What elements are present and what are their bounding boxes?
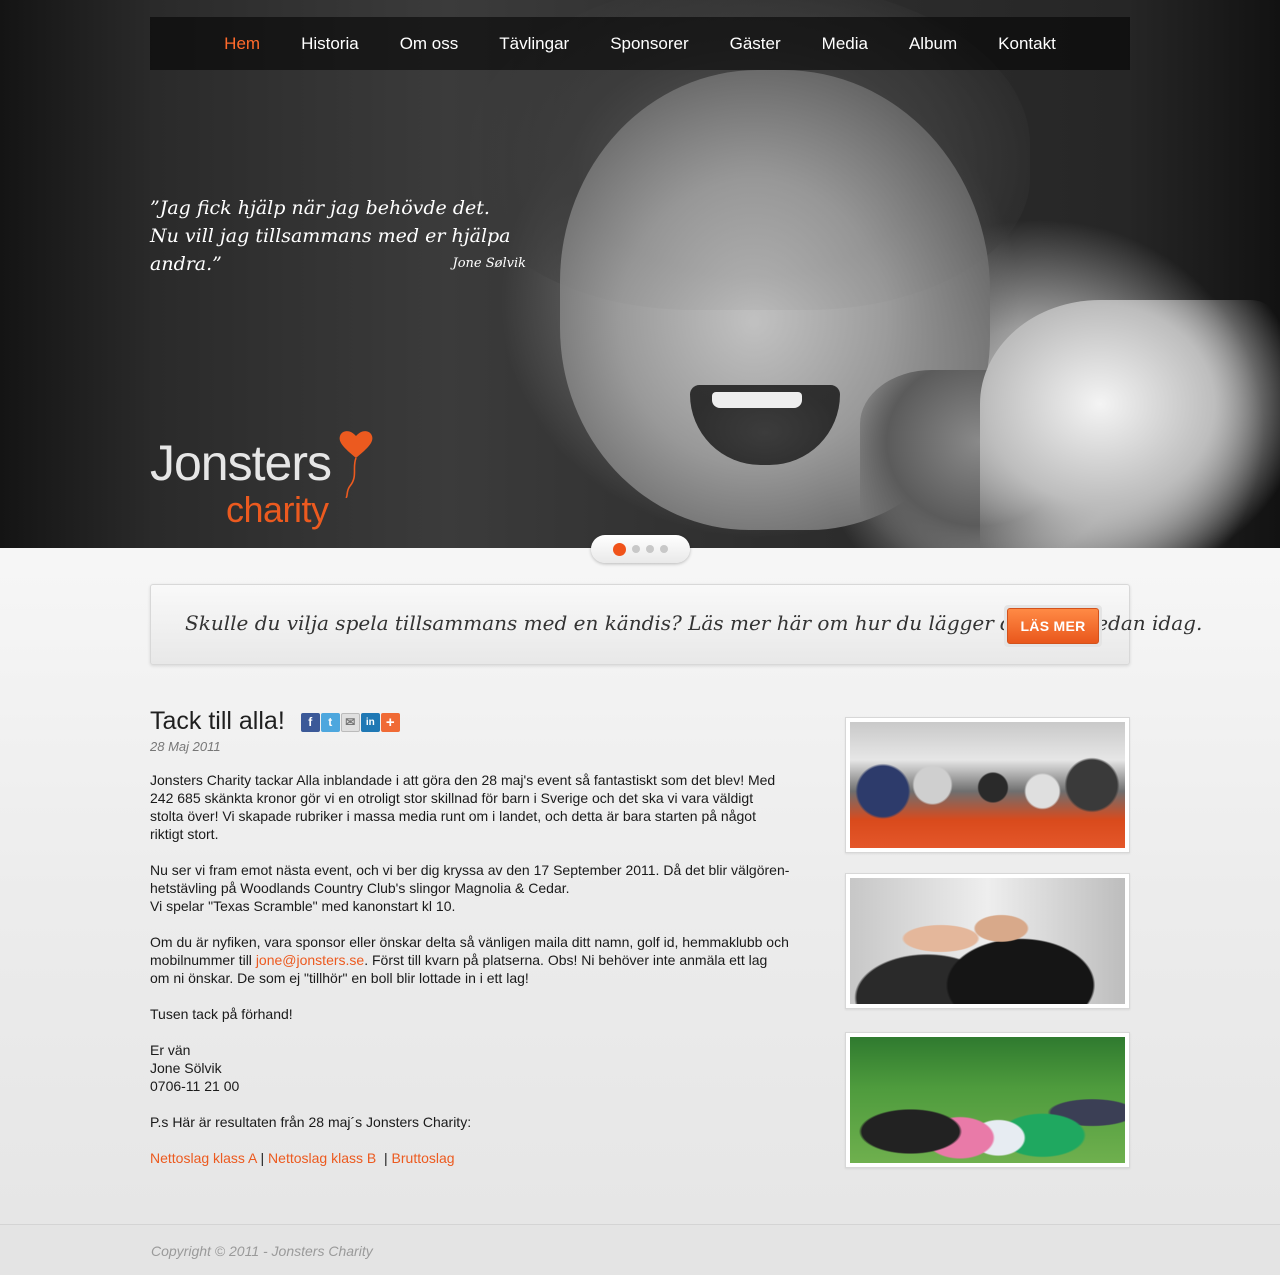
- results-separator-1: |: [260, 1150, 265, 1166]
- promo-button-frame: LÄS MER: [1004, 605, 1102, 647]
- logo-word-charity: charity: [226, 489, 329, 530]
- nav-item-tavlingar[interactable]: Tävlingar: [479, 34, 590, 54]
- promo-text: Skulle du vilja spela tillsammans med en…: [185, 611, 1203, 635]
- slider-dot-4[interactable]: [660, 545, 668, 553]
- photo-golfers-image: [850, 1037, 1125, 1163]
- result-link-nettoslag-a[interactable]: Nettoslag klass A: [150, 1150, 257, 1166]
- main-navigation: Hem Historia Om oss Tävlingar Sponsorer …: [150, 17, 1130, 70]
- photo-guests-portrait[interactable]: [845, 873, 1130, 1009]
- article: Tack till alla! f t ✉ in + 28 Maj 2011 J…: [150, 705, 790, 1185]
- facebook-icon[interactable]: f: [300, 712, 320, 732]
- article-paragraph-4: Tusen tack på förhand!: [150, 1006, 293, 1022]
- result-link-nettoslag-b[interactable]: Nettoslag klass B: [268, 1150, 376, 1166]
- slider-pagination: [591, 535, 690, 563]
- photo-group-image: [850, 722, 1125, 848]
- nav-item-sponsorer[interactable]: Sponsorer: [590, 34, 709, 54]
- logo-word-jonsters: Jonsters: [150, 435, 332, 491]
- footer: Copyright © 2011 - Jonsters Charity: [0, 1225, 1280, 1275]
- nav-item-media[interactable]: Media: [801, 34, 888, 54]
- heart-balloon-icon: [339, 431, 373, 498]
- photo-group-event[interactable]: [845, 717, 1130, 853]
- contact-email-link[interactable]: jone@jonsters.se: [256, 952, 364, 968]
- las-mer-button[interactable]: LÄS MER: [1007, 608, 1099, 644]
- nav-item-album[interactable]: Album: [888, 34, 977, 54]
- results-links: Nettoslag klass A | Nettoslag klass B | …: [150, 1149, 790, 1167]
- more-share-icon[interactable]: +: [380, 712, 400, 732]
- slider-dot-3[interactable]: [646, 545, 654, 553]
- article-paragraph-2-line1: Nu ser vi fram emot nästa event, och vi …: [150, 862, 790, 896]
- promo-box: Skulle du vilja spela tillsammans med en…: [150, 584, 1203, 665]
- article-date: 28 Maj 2011: [150, 739, 221, 754]
- nav-item-hem[interactable]: Hem: [204, 34, 281, 54]
- signature-name: Jone Sölvik: [150, 1060, 222, 1076]
- jonsters-charity-logo[interactable]: Jonsters charity: [150, 428, 380, 532]
- photo-golfers[interactable]: [845, 1032, 1130, 1168]
- article-header: Tack till alla! f t ✉ in +: [150, 705, 790, 737]
- results-separator-2: |: [384, 1150, 388, 1166]
- slider-dot-1[interactable]: [613, 542, 626, 556]
- hero-quote-author: Jone Sølvik: [452, 256, 526, 271]
- hero-photo-shoulder: [980, 300, 1280, 548]
- article-title: Tack till alla!: [150, 706, 285, 735]
- signature-phone: 0706-11 21 00: [150, 1078, 240, 1094]
- nav-item-om-oss[interactable]: Om oss: [379, 34, 479, 54]
- twitter-icon[interactable]: t: [320, 712, 340, 732]
- result-link-bruttoslag[interactable]: Bruttoslag: [392, 1150, 455, 1166]
- photo-guests-image: [850, 878, 1125, 1004]
- article-paragraph-1: Jonsters Charity tackar Alla inblandade …: [150, 772, 776, 842]
- hero-banner: ”Jag fick hjälp när jag behövde det. Nu …: [0, 0, 1280, 548]
- article-signature: Er vän Jone Sölvik 0706-11 21 00: [150, 1041, 790, 1095]
- article-paragraph-2: Nu ser vi fram emot nästa event, och vi …: [150, 861, 790, 915]
- nav-item-kontakt[interactable]: Kontakt: [978, 34, 1077, 54]
- hero-quote-line1: ”Jag fick hjälp när jag behövde det.: [150, 197, 490, 219]
- signature-greeting: Er vän: [150, 1042, 191, 1058]
- article-paragraph-3: Om du är nyfiken, vara sponsor eller öns…: [150, 933, 790, 987]
- article-paragraph-2-line2: Vi spelar "Texas Scramble" med kanonstar…: [150, 898, 456, 914]
- email-icon[interactable]: ✉: [340, 712, 360, 732]
- article-body: Jonsters Charity tackar Alla inblandade …: [150, 771, 790, 1167]
- share-toolbar: f t ✉ in +: [300, 712, 400, 732]
- article-ps: P.s Här är resultaten från 28 maj´s Jons…: [150, 1114, 472, 1130]
- hero-photo-teeth: [712, 392, 802, 408]
- nav-item-gaster[interactable]: Gäster: [709, 34, 801, 54]
- linkedin-icon[interactable]: in: [360, 712, 380, 732]
- slider-dot-2[interactable]: [632, 545, 640, 553]
- copyright-text: Copyright © 2011 - Jonsters Charity: [151, 1243, 373, 1259]
- nav-item-historia[interactable]: Historia: [281, 34, 380, 54]
